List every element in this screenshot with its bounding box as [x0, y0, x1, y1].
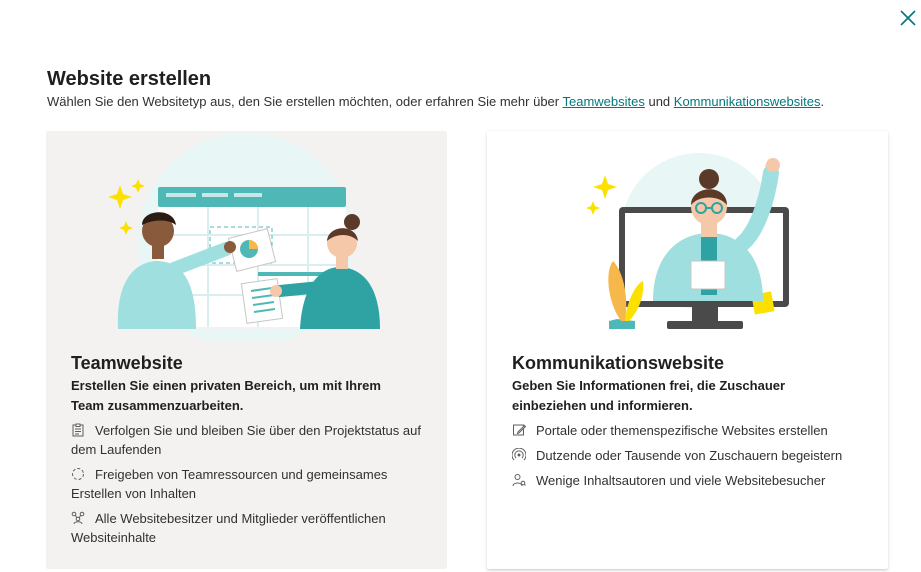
- dialog-title: Website erstellen: [47, 68, 212, 90]
- dialog-subtitle: Wählen Sie den Websitetyp aus, den Sie e…: [47, 94, 824, 109]
- kommunikationswebsites-link[interactable]: Kommunikationswebsites: [674, 94, 821, 109]
- team-feature-item: Verfolgen Sie und bleiben Sie über den P…: [71, 421, 431, 459]
- comm-feature-item: Portale oder themenspezifische Websites …: [512, 421, 872, 440]
- person-view-icon: [512, 473, 526, 487]
- team-site-illustration: [46, 131, 447, 341]
- team-feature-item: Freigeben von Teamressourcen und gemeins…: [71, 465, 431, 503]
- comm-feature-item: Wenige Inhaltsautoren und viele Websiteb…: [512, 471, 872, 490]
- subtitle-connector: und: [644, 94, 674, 109]
- sync-circle-icon: [71, 467, 85, 481]
- people-network-icon: [71, 511, 85, 525]
- broadcast-icon: [512, 448, 526, 462]
- team-site-card[interactable]: Teamwebsite Erstellen Sie einen privaten…: [46, 131, 447, 569]
- subtitle-end: .: [820, 94, 825, 109]
- team-site-title: Teamwebsite: [71, 353, 183, 373]
- close-button[interactable]: [896, 6, 920, 30]
- team-feature-text: Alle Websitebesitzer und Mitglieder verö…: [71, 511, 386, 545]
- communication-site-title: Kommunikationswebsite: [512, 353, 725, 373]
- team-feature-text: Verfolgen Sie und bleiben Sie über den P…: [71, 423, 421, 457]
- comm-feature-item: Dutzende oder Tausende von Zuschauern be…: [512, 446, 872, 465]
- comm-feature-text: Wenige Inhaltsautoren und viele Websiteb…: [536, 473, 826, 488]
- comm-feature-text: Dutzende oder Tausende von Zuschauern be…: [536, 448, 843, 463]
- communication-site-description: Geben Sie Informationen frei, die Zuscha…: [512, 378, 786, 413]
- communication-site-illustration: [487, 131, 888, 341]
- team-feature-text: Freigeben von Teamressourcen und gemeins…: [71, 467, 388, 501]
- team-site-description: Erstellen Sie einen privaten Bereich, um…: [71, 378, 381, 413]
- close-icon: [900, 10, 916, 26]
- communication-site-card[interactable]: Kommunikationswebsite Geben Sie Informat…: [487, 131, 888, 569]
- team-feature-item: Alle Websitebesitzer und Mitglieder verö…: [71, 509, 431, 547]
- teamwebsites-link[interactable]: Teamwebsites: [562, 94, 644, 109]
- subtitle-text: Wählen Sie den Websitetyp aus, den Sie e…: [47, 94, 563, 109]
- comm-feature-text: Portale oder themenspezifische Websites …: [536, 423, 828, 438]
- clipboard-icon: [71, 423, 85, 437]
- edit-page-icon: [512, 423, 526, 437]
